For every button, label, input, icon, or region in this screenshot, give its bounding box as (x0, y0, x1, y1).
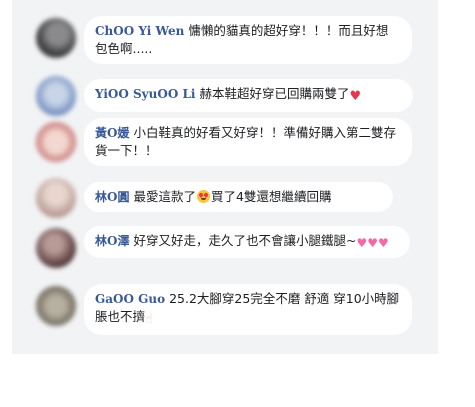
commenter-name[interactable]: 林O澤 (95, 234, 129, 248)
avatar[interactable] (36, 178, 76, 218)
heart-icon: ♥ (349, 89, 362, 104)
commenter-name[interactable]: 林O圓 (95, 190, 129, 204)
comment-bubble: YiOO SyuOO Li 赫本鞋超好穿已回購兩雙了♥ (84, 79, 413, 112)
comment-bubble: 林O圓 最愛這款了 買了4雙還想繼續回購 (84, 182, 393, 212)
comment-text: 赫本鞋超好穿已回購兩雙了 (199, 86, 350, 101)
avatar[interactable] (36, 76, 76, 116)
commenter-name[interactable]: ChOO Yi Wen (95, 24, 184, 38)
avatar[interactable] (36, 18, 76, 58)
comment-text: 小白鞋真的好看又好穿！！準備好購入第二雙存貨一下！！ (95, 125, 396, 158)
comment-bubble: GaOO Guo 25.2大腳穿25完全不磨 舒適 穿10小時腳脹也不擠☝ (84, 284, 412, 335)
pointing-hand-icon: ☝ (145, 312, 153, 327)
avatar[interactable] (36, 122, 76, 162)
comment-bubble: ChOO Yi Wen 慵懶的貓真的超好穿！！！而且好想包色啊..... (84, 16, 412, 64)
sparkling-hearts-icon: ♥♥♥ (356, 236, 389, 250)
commenter-name[interactable]: GaOO Guo (95, 292, 165, 306)
avatar[interactable] (36, 228, 76, 268)
commenter-name[interactable]: YiOO SyuOO Li (95, 87, 195, 101)
comment-text: 最愛這款了 (133, 189, 196, 204)
comment-text-continued: 買了4雙還想繼續回購 (210, 189, 332, 204)
commenter-name[interactable]: 黃O媛 (95, 126, 129, 140)
avatar[interactable] (36, 286, 76, 326)
comment-bubble: 黃O媛 小白鞋真的好看又好穿！！準備好購入第二雙存貨一下！！ (84, 118, 412, 166)
comment-bubble: 林O澤 好穿又好走，走久了也不會讓小腿鐵腿~♥♥♥ (84, 226, 410, 258)
comment-text: 好穿又好走，走久了也不會讓小腿鐵腿~ (133, 233, 357, 248)
heart-eyes-face-icon (196, 190, 210, 203)
